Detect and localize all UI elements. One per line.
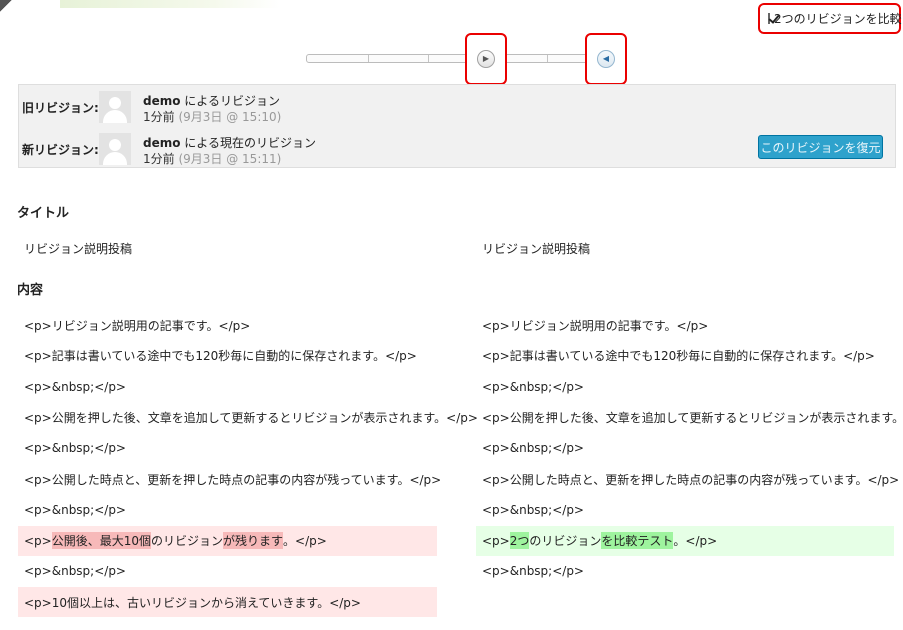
diff-text: のリビジョン: [529, 534, 602, 549]
play-left-icon: ◀: [602, 54, 610, 63]
diff-line: <p>公開した時点と、更新を押した時点の記事の内容が残っています。</p>: [476, 464, 899, 494]
slider-handle-from-highlight: ▶: [465, 33, 507, 85]
title-section-heading: タイトル: [17, 206, 70, 221]
diff-line: <p>&nbsp;</p>: [476, 556, 894, 586]
old-revision-row: 旧リビジョン: demo によるリビジョン 1分前 (9月3日 @ 15:10): [19, 87, 895, 125]
diff-line: <p>公開した時点と、更新を押した時点の記事の内容が残っています。</p>: [18, 464, 441, 494]
revisions-meta-box: 旧リビジョン: demo によるリビジョン 1分前 (9月3日 @ 15:10)…: [18, 84, 896, 168]
diff-text: <p>公開した時点と、更新を押した時点の記事の内容が残っています。</p>: [482, 472, 900, 487]
compare-checkbox-label: 2つのリビジョンを比較: [774, 12, 902, 26]
diff-line: <p>&nbsp;</p>: [18, 556, 437, 586]
diff-line: <p>公開を押した後、文章を追加して更新するとリビジョンが表示されます。</p>: [18, 402, 478, 432]
time-ago: 1分前: [143, 152, 175, 166]
diff-change-highlight: が残ります: [223, 532, 284, 550]
slider-tick: [428, 55, 429, 62]
diff-text: のリビジョン: [151, 534, 224, 549]
diff-line: <p>記事は書いている途中でも120秒毎に自動的に保存されます。</p>: [476, 341, 894, 371]
diff-line: <p>&nbsp;</p>: [18, 495, 437, 525]
diff-text: <p>&nbsp;</p>: [24, 379, 126, 394]
diff-change-highlight: 公開後、最大10個: [51, 532, 152, 550]
diff-text: <p>記事は書いている途中でも120秒毎に自動的に保存されます。</p>: [482, 349, 875, 364]
diff-text: <p>&nbsp;</p>: [24, 441, 126, 456]
diff-change-highlight: を比較テスト: [601, 532, 674, 550]
diff-text: <p>公開した時点と、更新を押した時点の記事の内容が残っています。</p>: [24, 472, 442, 487]
diff-text: <p>&nbsp;</p>: [482, 441, 584, 456]
diff-line: <p>&nbsp;</p>: [18, 372, 437, 402]
slider-tick: [368, 55, 369, 62]
diff-line-added: <p> 2つ のリビジョン を比較テスト 。</p>: [476, 525, 894, 556]
diff-text: 。</p>: [283, 534, 327, 549]
diff-line: <p>&nbsp;</p>: [476, 372, 894, 402]
new-revision-author: demo による現在のリビジョン: [143, 134, 316, 151]
time-date: (9月3日 @ 15:10): [178, 110, 282, 124]
new-revision-label: 新リビジョン:: [22, 143, 99, 157]
play-right-icon: ▶: [482, 54, 490, 63]
top-notice-fragment: [60, 0, 280, 8]
time-ago: 1分前: [143, 110, 175, 124]
author-name: demo: [143, 94, 181, 108]
diff-line: <p>&nbsp;</p>: [18, 433, 437, 463]
title-old: リビジョン説明投稿: [24, 241, 133, 256]
diff-text: <p>: [24, 533, 52, 548]
old-revision-author: demo によるリビジョン: [143, 92, 280, 109]
diff-text: <p>リビジョン説明用の記事です。</p>: [482, 318, 709, 333]
diff-line: <p>記事は書いている途中でも120秒毎に自動的に保存されます。</p>: [18, 341, 437, 371]
old-revision-time: 1分前 (9月3日 @ 15:10): [143, 108, 281, 125]
revision-slider[interactable]: [306, 54, 618, 63]
diff-text: <p>記事は書いている途中でも120秒毎に自動的に保存されます。</p>: [24, 349, 417, 364]
compare-checkbox[interactable]: [768, 13, 770, 24]
author-suffix: による現在のリビジョン: [180, 136, 316, 150]
diff-text: <p>10個以上は、古いリビジョンから消えていきます。</p>: [24, 595, 361, 610]
diff-text: <p>&nbsp;</p>: [482, 502, 584, 517]
title-new: リビジョン説明投稿: [482, 241, 591, 256]
author-name: demo: [143, 136, 181, 150]
diff-text: <p>&nbsp;</p>: [24, 564, 126, 579]
diff-text: <p>&nbsp;</p>: [482, 564, 584, 579]
diff-line: <p>&nbsp;</p>: [476, 433, 894, 463]
slider-handle-to[interactable]: ◀: [597, 50, 615, 68]
diff-text: 。</p>: [673, 534, 718, 549]
diff-line: <p>リビジョン説明用の記事です。</p>: [476, 310, 894, 340]
diff-line-deleted: <p>10個以上は、古いリビジョンから消えていきます。</p>: [18, 587, 437, 618]
diff-text: <p>公開を押した後、文章を追加して更新するとリビジョンが表示されます。</p>: [482, 410, 903, 425]
diff-line-deleted: <p> 公開後、最大10個 のリビジョン が残ります 。</p>: [18, 525, 437, 556]
diff-change-highlight: 2つ: [509, 532, 530, 550]
diff-text: <p>リビジョン説明用の記事です。</p>: [24, 318, 251, 333]
diff-text: <p>: [482, 533, 510, 548]
diff-line: <p>&nbsp;</p>: [476, 495, 894, 525]
diff-line: <p>リビジョン説明用の記事です。</p>: [18, 310, 437, 340]
corner-arrow-icon: [0, 0, 14, 12]
diff-text: <p>&nbsp;</p>: [482, 379, 584, 394]
avatar: [99, 133, 131, 165]
avatar: [99, 91, 131, 123]
new-revision-time: 1分前 (9月3日 @ 15:11): [143, 150, 281, 167]
diff-text: <p>&nbsp;</p>: [24, 502, 126, 517]
slider-handle-to-highlight: ◀: [585, 33, 627, 85]
compare-two-revisions-toggle[interactable]: 2つのリビジョンを比較: [758, 3, 902, 34]
slider-tick: [547, 55, 548, 62]
restore-revision-button[interactable]: このリビジョンを復元: [758, 135, 883, 159]
time-date: (9月3日 @ 15:11): [178, 152, 282, 166]
slider-handle-from[interactable]: ▶: [477, 50, 495, 68]
content-section-heading: 内容: [17, 283, 44, 298]
diff-text: <p>公開を押した後、文章を追加して更新するとリビジョンが表示されます。</p>: [24, 410, 478, 425]
diff-line: <p>公開を押した後、文章を追加して更新するとリビジョンが表示されます。</p>: [476, 402, 903, 432]
author-suffix: によるリビジョン: [180, 94, 280, 108]
old-revision-label: 旧リビジョン:: [22, 101, 99, 115]
